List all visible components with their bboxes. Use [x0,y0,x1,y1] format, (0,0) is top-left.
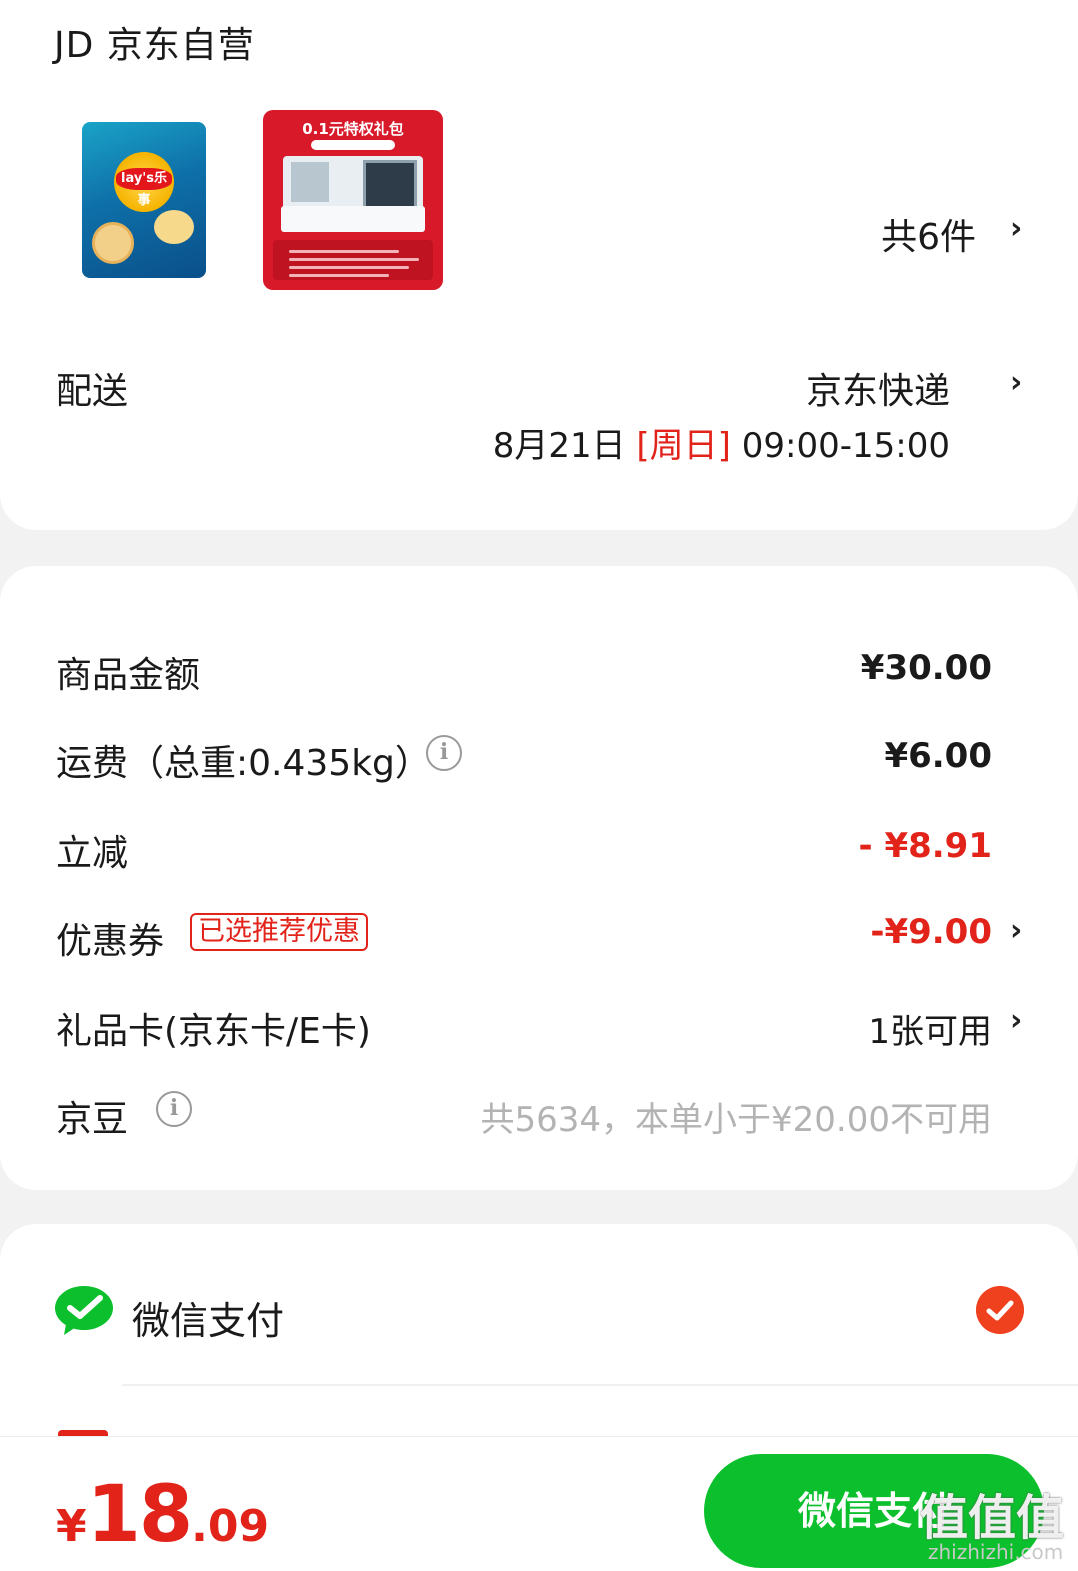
giftcard-label: 礼品卡(京东卡/E卡) [56,1011,371,1052]
goods-amount-label: 商品金额 [56,655,201,696]
item-count[interactable]: 共6件 [881,208,976,260]
total-decimal: .09 [191,1501,270,1552]
discount-value: - ¥8.91 [858,826,993,866]
delivery-date: 8月21日 [492,426,626,466]
discount-label: 立减 [56,833,129,874]
delivery-window: 09:00-15:00 [741,426,950,466]
goods-amount-value: ¥30.00 [860,648,992,688]
freezer-icon [281,206,425,232]
product-thumb-chips[interactable]: lay's乐事 [82,122,206,278]
selected-check-icon[interactable] [976,1286,1024,1334]
chevron-right-icon[interactable]: › [1010,916,1022,946]
jd-logo: JD [54,25,95,66]
egg-tart-icon [92,222,134,264]
shop-card: JD 京东自营 lay's乐事 0.1元特权礼包 共6件 › 配送 京东快递 ›… [0,0,1078,530]
shipping-fee-value: ¥6.00 [884,736,992,776]
lays-logo-text: lay's乐事 [116,168,172,208]
delivery-weekday: [周日] [636,426,731,466]
coupon-value[interactable]: -¥9.00 [870,912,992,952]
jingdou-label: 京豆 [56,1099,129,1140]
watermark-url: zhizhizhi.com [928,1540,1064,1564]
info-icon[interactable]: i [426,735,462,771]
gift-notes [273,240,433,280]
chevron-right-icon[interactable]: › [1010,214,1022,244]
coupon-label: 优惠券 [56,921,165,962]
product-thumb-gift[interactable]: 0.1元特权礼包 [263,110,443,290]
gift-subtitle-bar [311,140,395,150]
shop-name: 京东自营 [106,25,255,66]
total-integer: 18 [86,1470,194,1560]
info-icon[interactable]: i [156,1091,192,1127]
shipping-fee-label: 运费（总重:0.435kg） [56,743,431,784]
delivery-label: 配送 [56,371,129,412]
jingdou-value: 共5634，本单小于¥20.00不可用 [480,1100,993,1140]
cabinet-icon [291,162,329,202]
chevron-right-icon[interactable]: › [1010,368,1022,398]
total-currency: ¥ [56,1501,87,1552]
chevron-right-icon[interactable]: › [1010,1006,1022,1036]
total-price: ¥18.09 [56,1470,269,1560]
delivery-time[interactable]: 8月21日 [周日] 09:00-15:00 [493,418,950,467]
gift-title: 0.1元特权礼包 [302,120,404,138]
giftcard-value[interactable]: 1张可用 [868,1004,992,1053]
shop-title: JD 京东自营 [54,16,255,68]
delivery-method[interactable]: 京东快递 [806,362,950,414]
chip-icon [154,210,194,244]
watermark: 值值值 [920,1490,1065,1546]
divider [122,1384,1078,1386]
payment-method-label[interactable]: 微信支付 [132,1290,284,1345]
wechat-pay-icon [55,1286,113,1335]
coupon-badge: 已选推荐优惠 [190,913,368,951]
